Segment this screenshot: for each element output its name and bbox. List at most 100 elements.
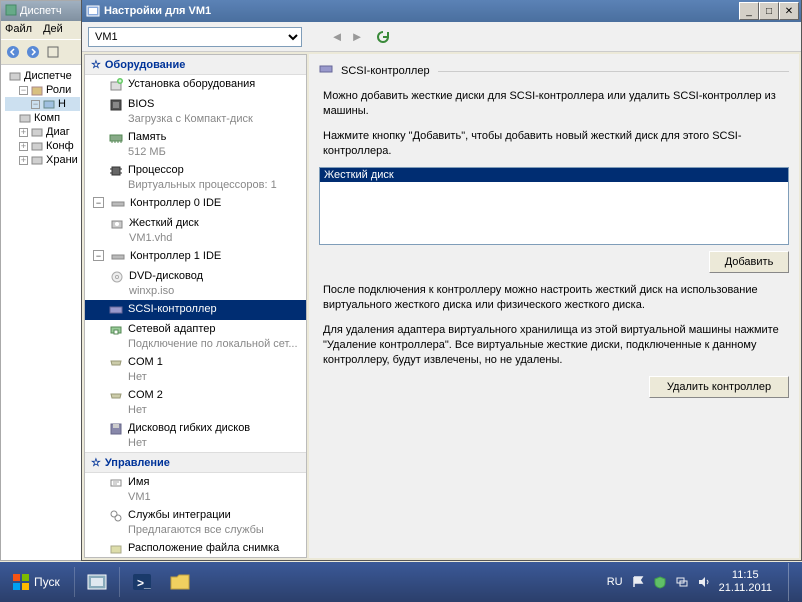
expand-icon[interactable]: + xyxy=(19,142,28,151)
item-ide-1[interactable]: − Контроллер 1 IDE xyxy=(85,247,306,267)
item-snapshot-location[interactable]: Расположение файла снимка C:\ProgramData… xyxy=(85,539,306,558)
bg-menu-action[interactable]: Дей xyxy=(43,23,63,35)
collapse-icon[interactable]: − xyxy=(19,86,28,95)
tree-diag[interactable]: + Диаг xyxy=(5,125,80,139)
item-dvd[interactable]: DVD-дисковод winxp.iso xyxy=(85,267,306,300)
item-ide-0[interactable]: − Контроллер 0 IDE xyxy=(85,194,306,214)
item-name[interactable]: Имя VM1 xyxy=(85,473,306,506)
bg-menubar: Файл Дей xyxy=(1,21,84,39)
group-divider xyxy=(438,71,789,72)
com-port-icon xyxy=(108,388,124,404)
titlebar[interactable]: Настройки для VM1 _ □ ✕ xyxy=(82,0,801,22)
tree-stor[interactable]: + Храни xyxy=(5,153,80,167)
description-4: Для удаления адаптера виртуального храни… xyxy=(319,321,789,376)
nav-back-icon[interactable]: ◄ xyxy=(328,28,346,46)
minimize-button[interactable]: _ xyxy=(739,2,759,20)
item-com2[interactable]: COM 2 Нет xyxy=(85,386,306,419)
refresh-icon[interactable] xyxy=(374,28,392,46)
expand-icon[interactable]: + xyxy=(19,128,28,137)
description-2: Нажмите кнопку "Добавить", чтобы добавит… xyxy=(319,127,789,167)
forward-icon[interactable] xyxy=(25,44,41,60)
remove-button-row: Удалить контроллер xyxy=(319,376,789,398)
item-scsi-controller[interactable]: SCSI-контроллер xyxy=(85,300,306,320)
bg-toolbar xyxy=(1,39,84,65)
hard-disk-icon xyxy=(109,216,125,232)
tray-shield-icon[interactable] xyxy=(653,575,667,589)
controller-icon xyxy=(110,196,126,212)
name-icon xyxy=(108,475,124,491)
item-floppy[interactable]: Дисковод гибких дисков Нет xyxy=(85,419,306,452)
toolbar-icon[interactable] xyxy=(45,44,61,60)
bg-titlebar-icon xyxy=(5,4,17,19)
snapshot-icon xyxy=(108,541,124,557)
com-port-icon xyxy=(108,355,124,371)
item-network-adapter[interactable]: Сетевой адаптер Подключение по локальной… xyxy=(85,320,306,353)
description-1: Можно добавить жесткие диски для SCSI-ко… xyxy=(319,87,789,127)
tray-network-icon[interactable] xyxy=(675,575,689,589)
details-panel: SCSI-контроллер Можно добавить жесткие д… xyxy=(309,54,799,558)
description-3: После подключения к контроллеру можно на… xyxy=(319,281,789,321)
management-icon: ☆ xyxy=(91,456,101,469)
top-toolbar: VM1 ◄ ► xyxy=(82,22,801,52)
taskbar-explorer-icon[interactable] xyxy=(164,567,196,597)
tray-volume-icon[interactable] xyxy=(697,575,711,589)
vm-settings-window: Настройки для VM1 _ □ ✕ VM1 ◄ ► ☆ Оборуд… xyxy=(81,0,802,561)
tree-h[interactable]: − Н xyxy=(5,97,80,111)
controller-icon xyxy=(110,249,126,265)
tree-comp[interactable]: Комп xyxy=(5,111,80,125)
nav-forward-icon[interactable]: ► xyxy=(348,28,366,46)
back-icon[interactable] xyxy=(5,44,21,60)
taskbar-divider xyxy=(74,567,75,597)
tree-conf[interactable]: + Конф xyxy=(5,139,80,153)
collapse-icon[interactable]: − xyxy=(31,100,40,109)
taskbar-server-manager-icon[interactable] xyxy=(81,567,113,597)
taskbar: Пуск >_ RU 11:15 21.11.2011 xyxy=(0,562,802,602)
svg-text:>_: >_ xyxy=(137,576,151,590)
drive-type-listbox[interactable]: Жесткий диск xyxy=(319,167,789,245)
scsi-controller-icon xyxy=(319,62,333,79)
scsi-group: SCSI-контроллер Можно добавить жесткие д… xyxy=(319,62,789,398)
taskbar-clock[interactable]: 11:15 21.11.2011 xyxy=(719,569,772,595)
item-add-hardware[interactable]: Установка оборудования xyxy=(85,75,306,95)
collapse-icon[interactable]: − xyxy=(93,197,104,208)
maximize-button[interactable]: □ xyxy=(759,2,779,20)
item-com1[interactable]: COM 1 Нет xyxy=(85,353,306,386)
network-adapter-icon xyxy=(108,322,124,338)
show-desktop-button[interactable] xyxy=(788,563,798,601)
tray-flag-icon[interactable] xyxy=(631,575,645,589)
hardware-tree-panel: ☆ Оборудование Установка оборудования BI… xyxy=(84,54,307,558)
bios-icon xyxy=(108,97,124,113)
item-integration-services[interactable]: Службы интеграции Предлагаются все служб… xyxy=(85,506,306,539)
bg-titlebar: Диспетч xyxy=(1,1,84,21)
item-memory[interactable]: Память 512 МБ xyxy=(85,128,306,161)
language-indicator[interactable]: RU xyxy=(607,576,623,588)
body-area: ☆ Оборудование Установка оборудования BI… xyxy=(82,52,801,560)
remove-controller-button[interactable]: Удалить контроллер xyxy=(649,376,789,398)
management-section-header: ☆ Управление xyxy=(85,452,306,473)
tree-root[interactable]: Диспетче xyxy=(5,69,80,83)
floppy-icon xyxy=(108,421,124,437)
bg-tree: Диспетче − Роли − Н Комп + Диаг + Конф + xyxy=(1,65,84,171)
window-control-buttons: _ □ ✕ xyxy=(739,2,799,20)
close-button[interactable]: ✕ xyxy=(779,2,799,20)
item-processor[interactable]: Процессор Виртуальных процессоров: 1 xyxy=(85,161,306,194)
collapse-icon[interactable]: − xyxy=(93,250,104,261)
bg-menu-file[interactable]: Файл xyxy=(5,23,32,35)
add-button-row: Добавить xyxy=(319,251,789,273)
item-bios[interactable]: BIOS Загрузка с Компакт-диск xyxy=(85,95,306,128)
vm-selector-dropdown[interactable]: VM1 xyxy=(88,27,302,47)
start-label: Пуск xyxy=(34,575,60,589)
nav-arrows: ◄ ► xyxy=(328,28,366,46)
add-button[interactable]: Добавить xyxy=(709,251,789,273)
processor-icon xyxy=(108,163,124,179)
taskbar-powershell-icon[interactable]: >_ xyxy=(126,567,158,597)
scsi-controller-icon xyxy=(108,302,124,318)
group-label-row: SCSI-контроллер xyxy=(319,62,789,79)
start-button[interactable]: Пуск xyxy=(4,567,68,597)
tree-roles[interactable]: − Роли xyxy=(5,83,80,97)
listbox-item-hdd[interactable]: Жесткий диск xyxy=(320,168,788,182)
hardware-icon: ☆ xyxy=(91,58,101,71)
system-tray: RU 11:15 21.11.2011 xyxy=(607,569,778,595)
expand-icon[interactable]: + xyxy=(19,156,28,165)
item-hard-disk[interactable]: Жесткий диск VM1.vhd xyxy=(85,214,306,247)
